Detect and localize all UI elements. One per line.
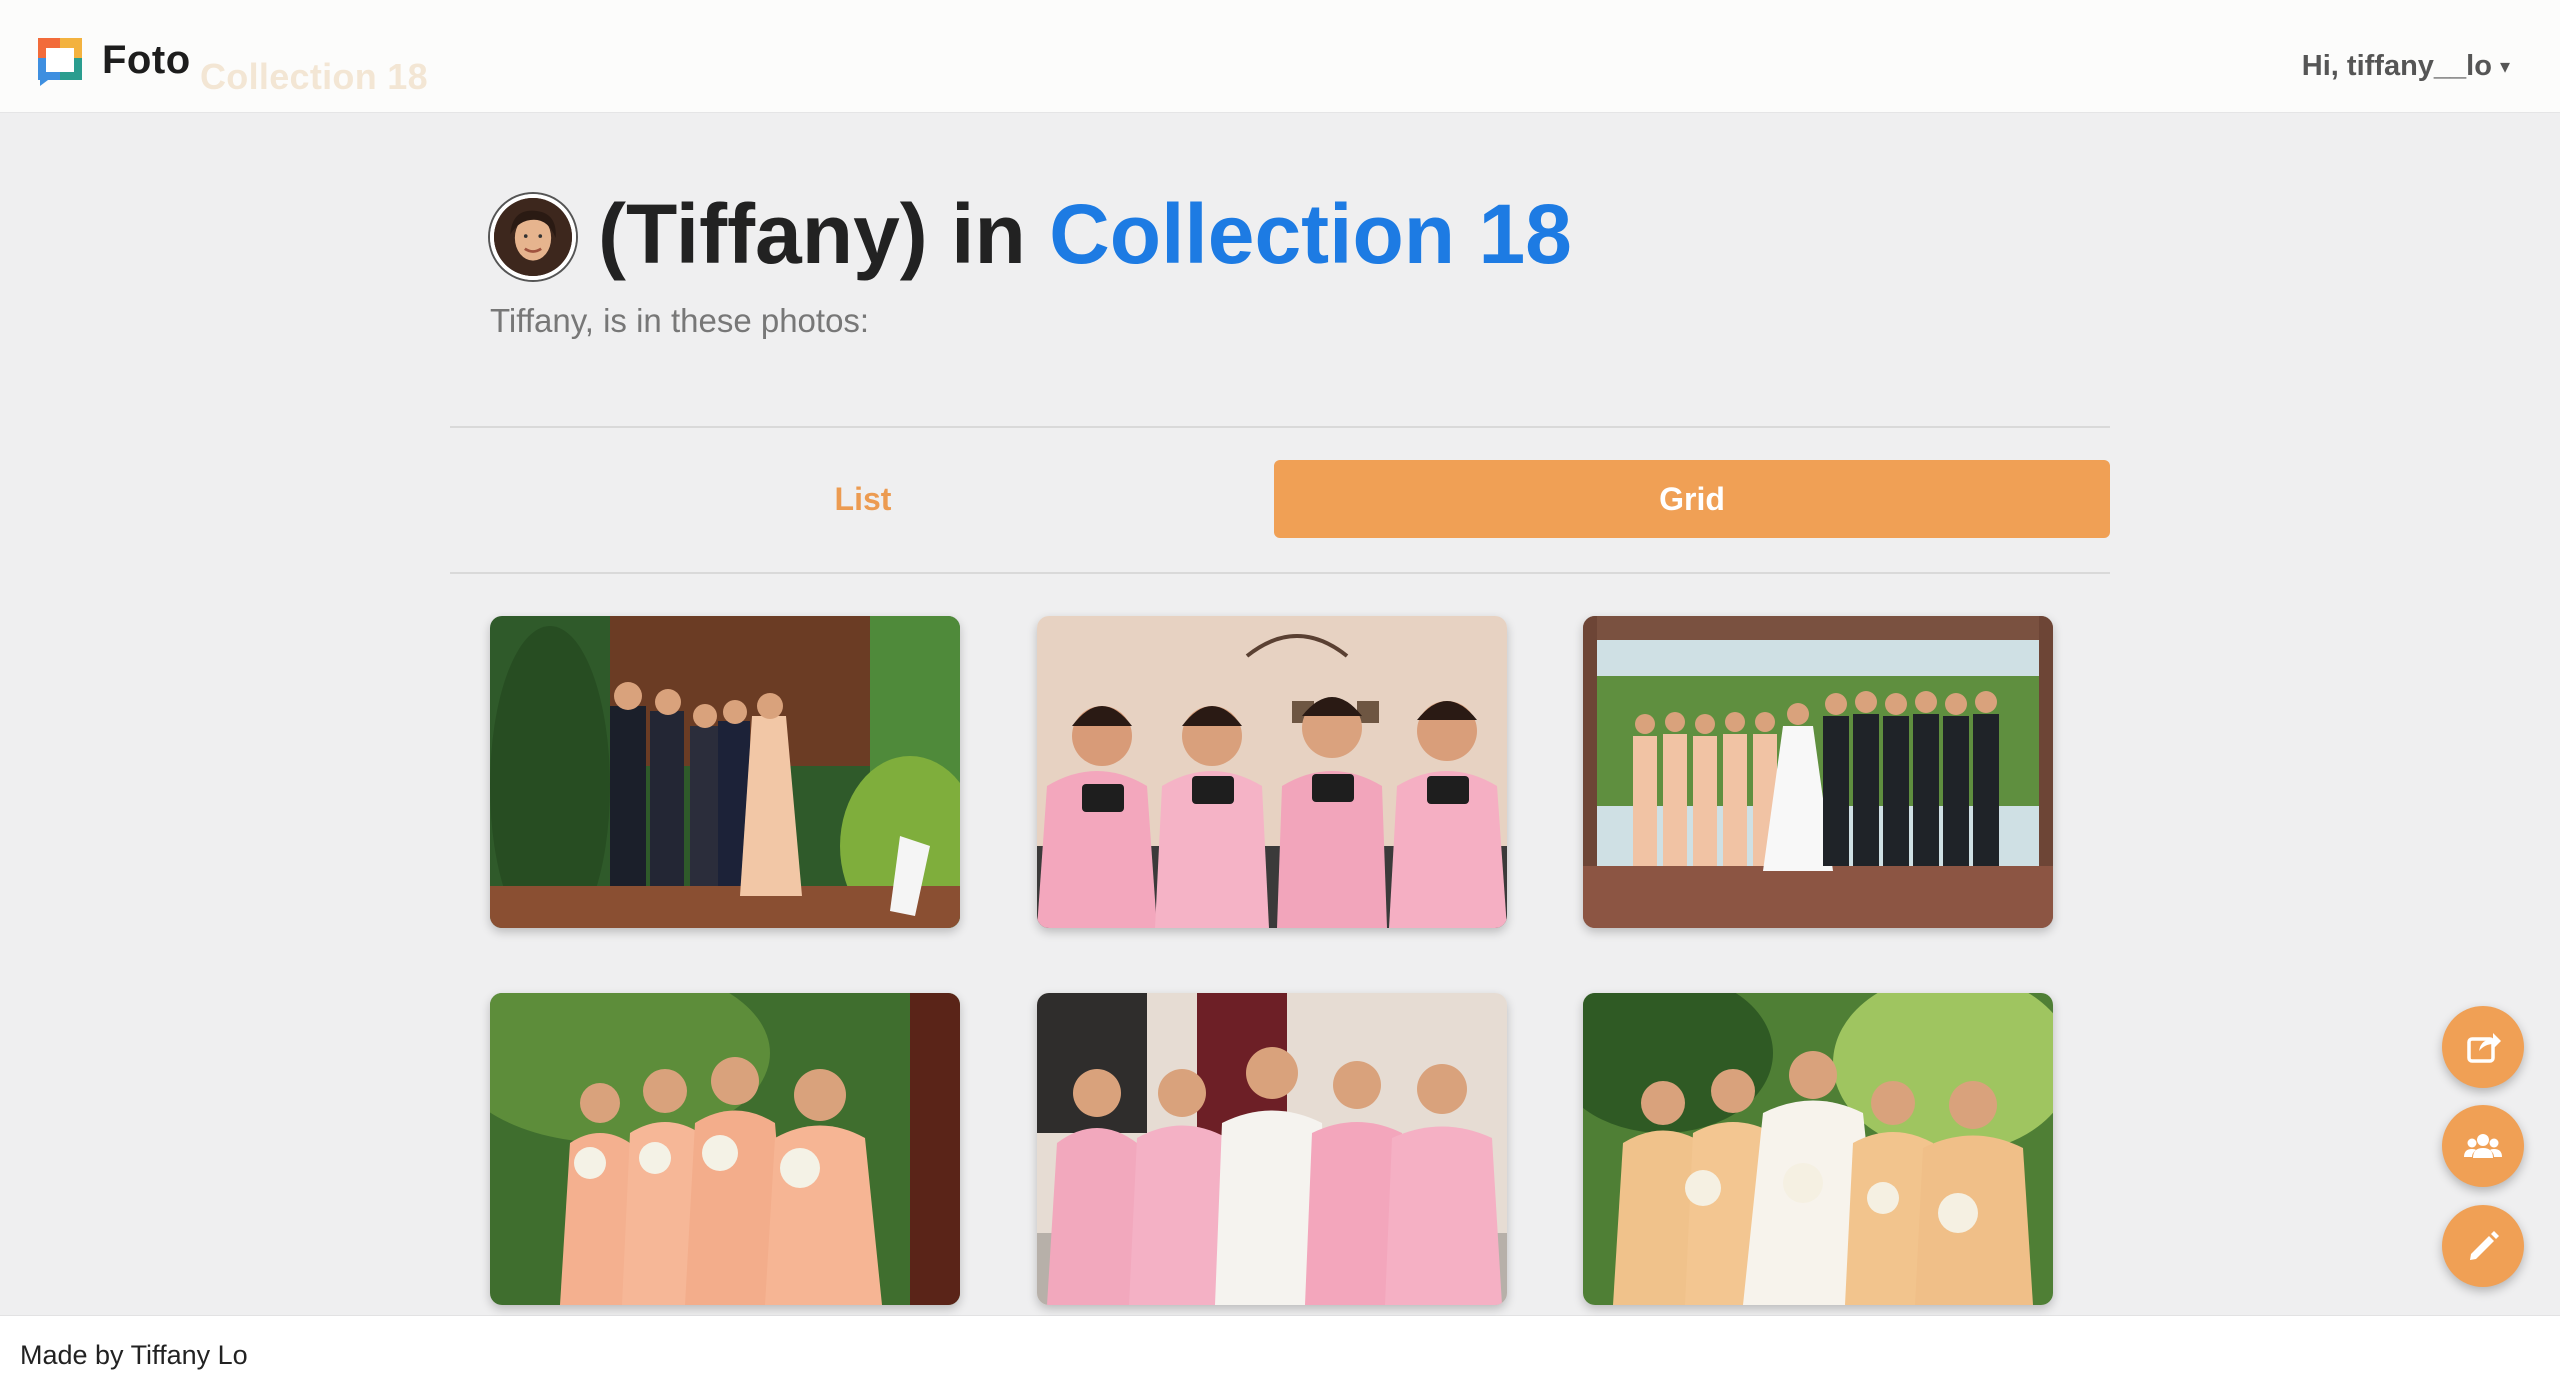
list-view-tab[interactable]: List (450, 460, 1276, 538)
page-title: (Tiffany) in Collection 18 (598, 186, 1572, 283)
ghost-collection-title: Collection 18 (200, 56, 428, 97)
page-subtitle: Tiffany, is in these photos: (490, 302, 870, 339)
photo-bridesmaids-peach-dresses[interactable] (490, 993, 960, 1305)
share-icon (2467, 1033, 2501, 1063)
foto-logo-icon[interactable] (34, 36, 86, 88)
divider-top (450, 426, 2110, 428)
photo-bride-with-bridesmaids-garden[interactable] (1583, 993, 2053, 1305)
avatar (490, 194, 576, 280)
user-greeting: Hi, tiffany__lo (2301, 50, 2492, 82)
photo-garden-formal-group[interactable] (490, 616, 960, 928)
grid-view-tab[interactable]: Grid (1274, 460, 2110, 538)
edit-button[interactable] (2442, 1205, 2524, 1287)
collection-link[interactable]: Collection 18 (1049, 187, 1572, 281)
photo-wedding-party-deck[interactable] (1583, 616, 2053, 928)
pencil-icon (2470, 1231, 2499, 1260)
people-icon (2464, 1134, 2502, 1158)
divider-bottom (450, 572, 2110, 574)
photo-bride-toast-robes[interactable] (1037, 993, 1507, 1305)
page-title-prefix: (Tiffany) in (598, 187, 1050, 281)
chevron-down-icon: ▾ (2499, 56, 2510, 78)
photo-bridesmaids-pink-robes[interactable] (1037, 616, 1507, 928)
people-button[interactable] (2442, 1105, 2524, 1187)
user-menu[interactable]: Hi, tiffany__lo ▾ (2302, 50, 2510, 83)
footer: Made by Tiffany Lo (0, 1316, 2560, 1396)
footer-credit: Made by Tiffany Lo (20, 1340, 248, 1370)
share-button[interactable] (2442, 1006, 2524, 1088)
brand-name[interactable]: Foto (102, 38, 191, 83)
person-face-icon (494, 198, 572, 276)
top-bar: Collection 18 Foto Hi, tiffany__lo ▾ (0, 0, 2560, 112)
